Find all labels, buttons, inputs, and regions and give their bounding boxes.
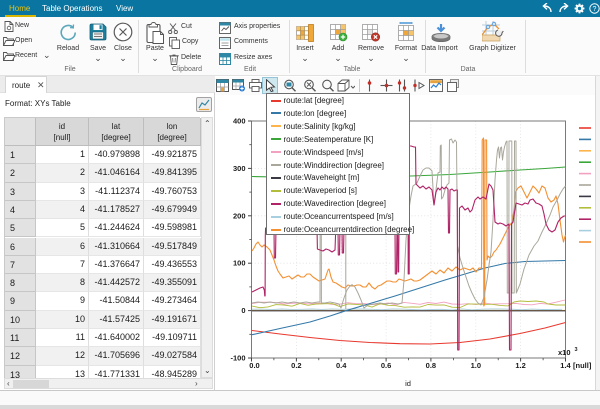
svg-text:0.8: 0.8 (426, 361, 436, 370)
svg-text:[null]: [null] (573, 361, 592, 370)
svg-text:100: 100 (233, 259, 246, 268)
svg-text:300: 300 (233, 164, 246, 173)
svg-text:400: 400 (233, 117, 246, 126)
svg-text:3: 3 (575, 347, 578, 353)
svg-text:x10: x10 (558, 348, 571, 357)
svg-text:0.4: 0.4 (336, 361, 347, 370)
svg-text:0.2: 0.2 (291, 361, 301, 370)
svg-text:1.4: 1.4 (560, 361, 571, 370)
svg-text:-100: -100 (230, 354, 245, 363)
svg-text:0.0: 0.0 (249, 361, 259, 370)
svg-text:0: 0 (241, 306, 245, 315)
svg-text:id: id (405, 379, 411, 388)
svg-text:?: ? (593, 6, 597, 13)
svg-text:1.2: 1.2 (515, 361, 525, 370)
svg-text:0.6: 0.6 (381, 361, 391, 370)
svg-text:1.0: 1.0 (471, 361, 481, 370)
svg-text:200: 200 (233, 211, 246, 220)
